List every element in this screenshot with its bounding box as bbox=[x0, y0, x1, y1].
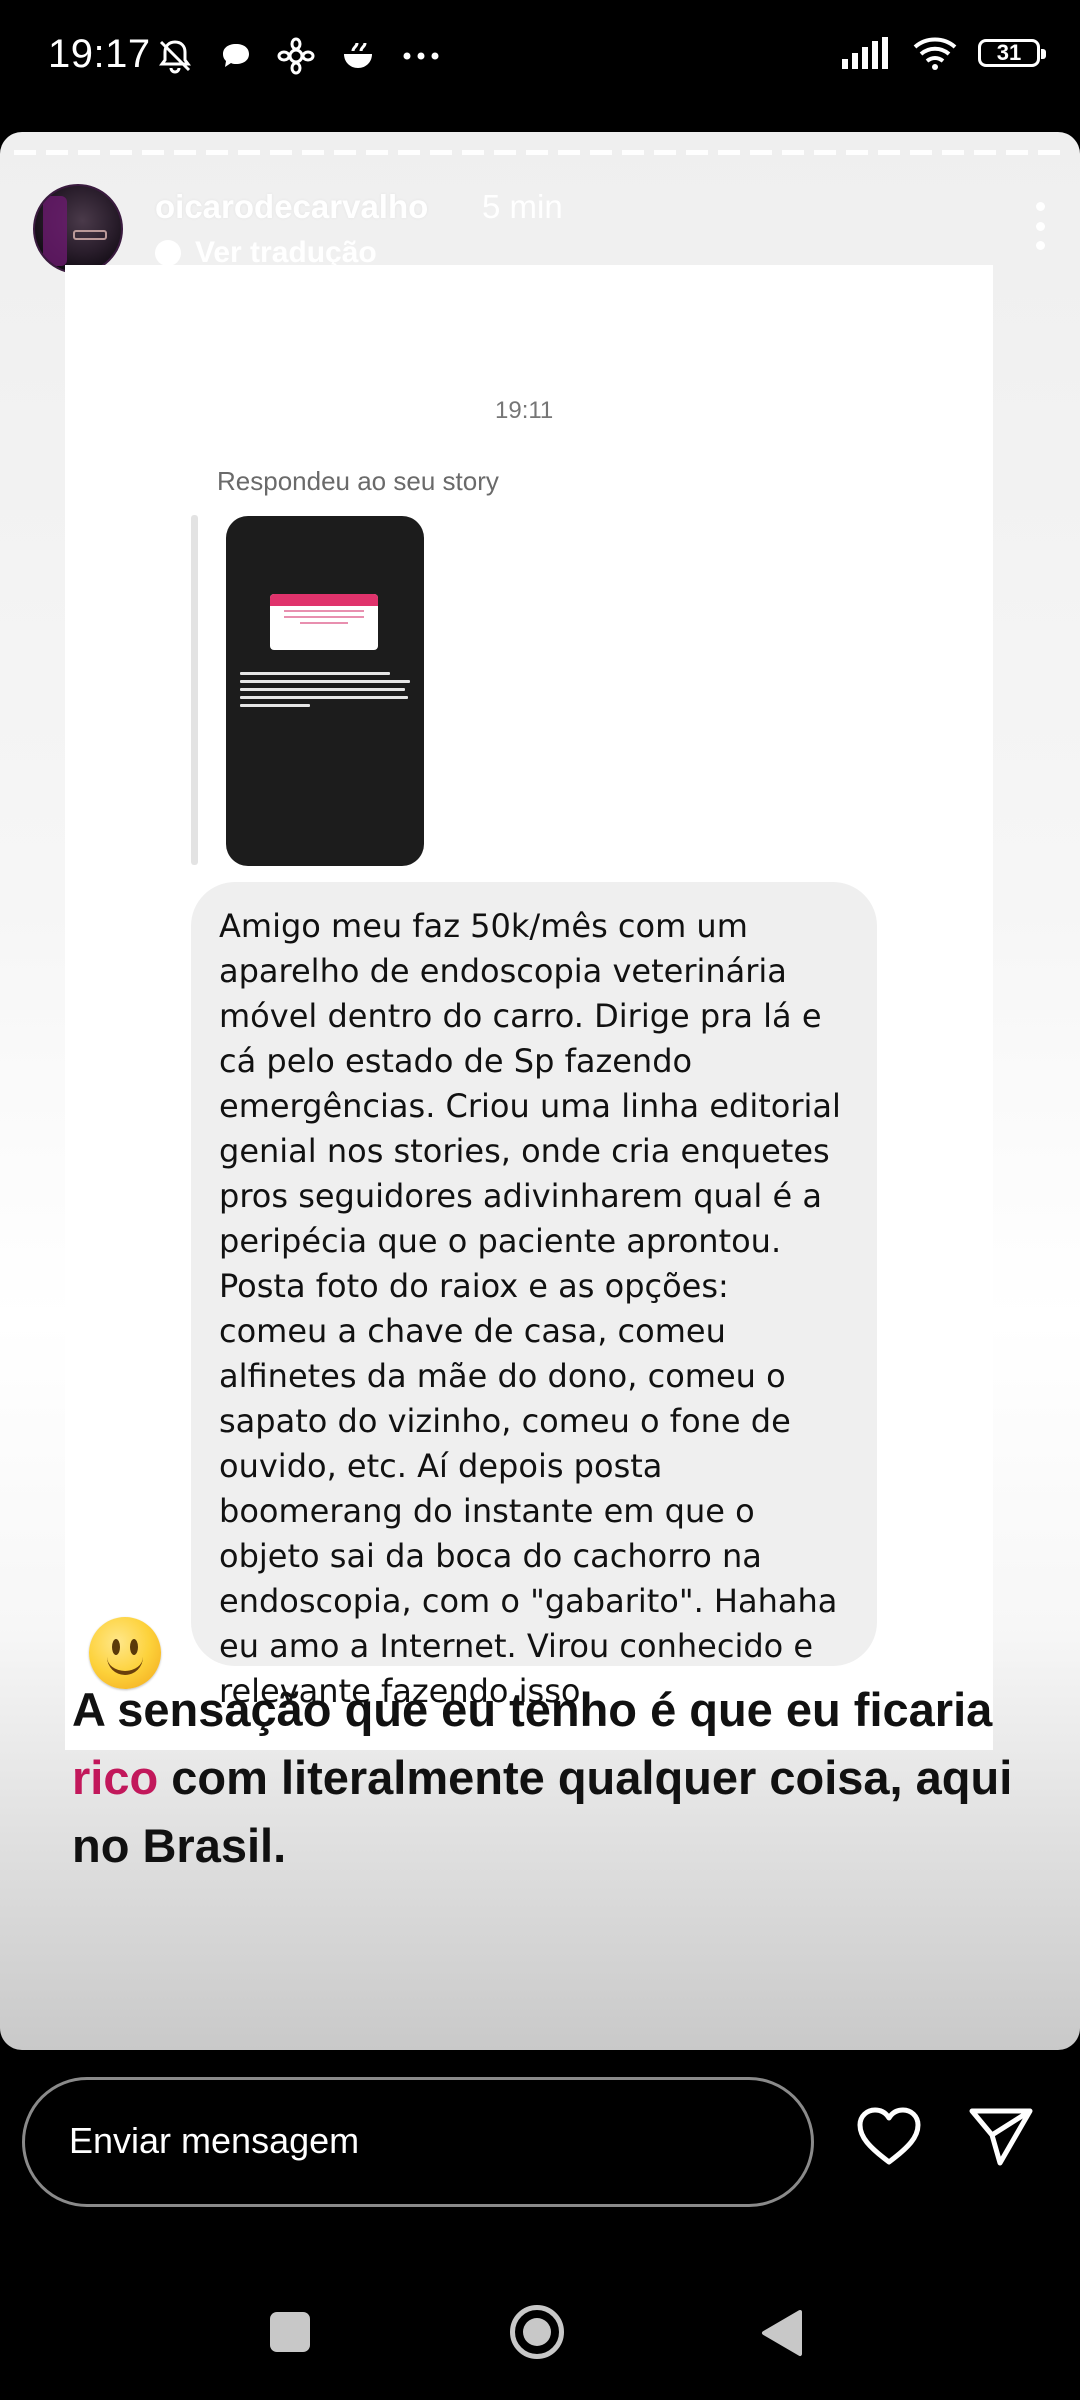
send-icon[interactable] bbox=[968, 2105, 1034, 2167]
recent-apps-button[interactable] bbox=[270, 2312, 310, 2352]
dm-timestamp: 19:11 bbox=[495, 397, 554, 424]
story-thumbnail bbox=[226, 516, 424, 866]
bell-off-icon bbox=[159, 40, 191, 74]
home-button[interactable] bbox=[510, 2305, 564, 2359]
dm-screenshot: 19:11 Respondeu ao seu story Amigo meu f… bbox=[65, 265, 993, 1750]
notification-icons bbox=[155, 36, 441, 76]
more-options-icon[interactable] bbox=[1030, 202, 1050, 250]
heart-icon[interactable] bbox=[855, 2105, 923, 2167]
battery-level: 31 bbox=[996, 40, 1022, 65]
bowl-icon bbox=[344, 42, 372, 68]
message-bubble: Amigo meu faz 50k/mês com um aparelho de… bbox=[191, 882, 877, 1710]
caption-highlight: rico bbox=[72, 1751, 159, 1804]
translate-icon bbox=[155, 240, 181, 266]
message-text: Amigo meu faz 50k/mês com um aparelho de… bbox=[219, 907, 841, 1710]
status-bar: 19:17 31 bbox=[0, 0, 1080, 130]
back-button[interactable] bbox=[760, 2308, 804, 2358]
story-caption: A sensação que eu tenho é que eu ficaria… bbox=[72, 1676, 1032, 1880]
message-input-placeholder: Enviar mensagem bbox=[69, 2120, 360, 2161]
status-time: 19:17 bbox=[48, 32, 151, 76]
signal-icon bbox=[842, 37, 888, 69]
quote-bar bbox=[191, 515, 198, 865]
flower-icon bbox=[277, 37, 315, 75]
message-input[interactable]: Enviar mensagem bbox=[22, 2077, 814, 2207]
battery-icon: 31 bbox=[978, 39, 1046, 67]
avatar[interactable] bbox=[33, 184, 123, 274]
more-dots-icon bbox=[403, 52, 439, 60]
caption-text-after: com literalmente qualquer coisa, aqui no… bbox=[72, 1751, 1013, 1872]
story-card[interactable]: oicarodecarvalho 5 min Ver tradução 19:1… bbox=[0, 132, 1080, 2050]
chat-bubble-icon bbox=[223, 44, 249, 67]
wifi-icon bbox=[913, 37, 957, 70]
story-time-ago: 5 min bbox=[482, 188, 563, 225]
question-sticker bbox=[270, 594, 378, 650]
caption-text-before: A sensação que eu tenho é que eu ficaria bbox=[72, 1683, 993, 1736]
replied-to-story-label: Respondeu ao seu story bbox=[217, 466, 499, 496]
system-icons: 31 bbox=[842, 36, 1046, 70]
story-username[interactable]: oicarodecarvalho bbox=[155, 188, 428, 226]
